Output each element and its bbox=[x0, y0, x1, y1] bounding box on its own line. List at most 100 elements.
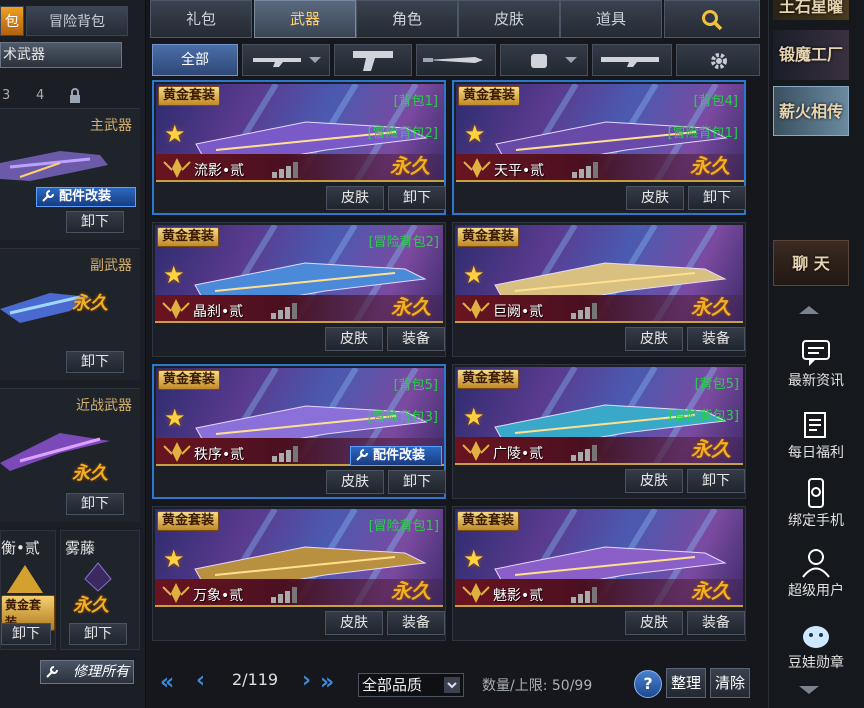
fitting-mod-badge[interactable]: 配件改装 bbox=[36, 187, 136, 207]
organize-button[interactable]: 整理 bbox=[666, 668, 706, 698]
skin-button[interactable]: 皮肤 bbox=[626, 186, 684, 210]
bag-number-4[interactable]: 4 bbox=[36, 86, 44, 106]
help-button[interactable]: ? bbox=[634, 670, 662, 698]
tab-adventure-bag[interactable]: 冒险背包 bbox=[26, 6, 128, 36]
weapon-card[interactable]: 黄金套装 ★ 魅影•贰 永久 皮肤 装备 bbox=[452, 506, 746, 641]
bag-assignment-tag: [背包1] bbox=[393, 94, 438, 109]
secondary-weapon-slot[interactable]: 副武器 永久 卸下 bbox=[0, 248, 140, 380]
scroll-up-icon[interactable] bbox=[799, 306, 819, 314]
skin-button[interactable]: 皮肤 bbox=[326, 186, 384, 210]
signal-bars-icon bbox=[571, 445, 597, 461]
filter-all[interactable]: 全部 bbox=[152, 44, 238, 76]
weapon-card[interactable]: 黄金套装 [冒险背包1] ★ 万象•贰 永久 皮肤 装备 bbox=[152, 506, 446, 641]
phone-icon bbox=[808, 478, 824, 508]
banner-event-3[interactable]: 薪火相传 bbox=[773, 86, 849, 136]
skin-button[interactable]: 皮肤 bbox=[625, 327, 683, 351]
skin-button[interactable]: 皮肤 bbox=[325, 611, 383, 635]
weapon-card[interactable]: 黄金套装 [冒险背包2] ★ 晶刹•贰 永久 皮肤 装备 bbox=[152, 222, 446, 357]
news-label: 最新资讯 bbox=[788, 373, 844, 389]
banner-event-1[interactable]: 土石星曜 bbox=[773, 0, 849, 20]
equip-button[interactable]: 装备 bbox=[687, 327, 745, 351]
tab-items[interactable]: 道具 bbox=[560, 0, 662, 38]
weapon-set-selector[interactable]: 术武器 bbox=[0, 42, 122, 68]
news-button[interactable]: 最新资讯 bbox=[773, 338, 859, 390]
filter-special[interactable] bbox=[592, 44, 672, 76]
star-icon: ★ bbox=[464, 120, 486, 148]
filter-pistol[interactable] bbox=[334, 44, 412, 76]
banner-event-2[interactable]: 锻魔工厂 bbox=[773, 30, 849, 80]
bind-phone-label: 绑定手机 bbox=[788, 513, 844, 529]
medal-button[interactable]: 豆娃勋章 bbox=[773, 620, 859, 672]
primary-weapon-image bbox=[0, 151, 108, 181]
first-page-button[interactable]: « bbox=[160, 670, 174, 695]
weapon-card[interactable]: 黄金套装 [背包5] [冒险背包3] ★ 广陵•贰 永久 皮肤 卸下 bbox=[452, 364, 746, 499]
grenade-unload-button[interactable]: 卸下 bbox=[1, 623, 51, 645]
melee-weapon-slot[interactable]: 近战武器 永久 卸下 bbox=[0, 388, 140, 522]
tab-characters[interactable]: 角色 bbox=[356, 0, 458, 38]
last-page-button[interactable]: » bbox=[320, 670, 334, 695]
tab-gift-pack[interactable]: 礼包 bbox=[150, 0, 252, 38]
search-icon bbox=[702, 10, 723, 31]
tab-skins[interactable]: 皮肤 bbox=[458, 0, 560, 38]
rank-emblem-icon bbox=[162, 299, 190, 319]
skin-button[interactable]: 皮肤 bbox=[326, 470, 384, 494]
daily-welfare-button[interactable]: 每日福利 bbox=[773, 410, 859, 462]
primary-weapon-slot[interactable]: 主武器 配件改装 卸下 bbox=[0, 108, 140, 240]
bag-assignment-tag: [冒险背包2] bbox=[368, 235, 439, 250]
clear-button[interactable]: 清除 bbox=[710, 668, 750, 698]
grenade-slot-name: 衡•贰 bbox=[1, 539, 40, 557]
unload-button[interactable]: 卸下 bbox=[688, 186, 746, 210]
filter-melee[interactable] bbox=[416, 44, 496, 76]
skin-button[interactable]: 皮肤 bbox=[325, 327, 383, 351]
settings-button[interactable] bbox=[676, 44, 760, 76]
super-user-label: 超级用户 bbox=[788, 583, 844, 599]
unload-button[interactable]: 卸下 bbox=[687, 469, 745, 493]
skin-button[interactable]: 皮肤 bbox=[625, 611, 683, 635]
permanent-label: 永久 bbox=[390, 154, 430, 178]
medal-label: 豆娃勋章 bbox=[788, 655, 844, 671]
special-slot[interactable]: 雾藤 永久 卸下 bbox=[60, 530, 140, 650]
unload-button[interactable]: 卸下 bbox=[388, 186, 446, 210]
next-page-button[interactable]: › bbox=[302, 668, 311, 693]
tab-weapons[interactable]: 武器 bbox=[254, 0, 356, 38]
equip-button[interactable]: 装备 bbox=[687, 611, 745, 635]
equip-button[interactable]: 装备 bbox=[387, 611, 445, 635]
equip-button[interactable]: 装备 bbox=[387, 327, 445, 351]
signal-bars-icon bbox=[272, 162, 298, 178]
weapon-card[interactable]: 黄金套装 [背包1] [冒险背包2] ★ 流影•贰 永久 皮肤 卸下 bbox=[152, 80, 446, 215]
weapon-card[interactable]: 黄金套装 ★ 巨阙•贰 永久 皮肤 装备 bbox=[452, 222, 746, 357]
secondary-unload-button[interactable]: 卸下 bbox=[66, 351, 124, 373]
bag-assignment-tag: [冒险背包1] bbox=[667, 126, 738, 141]
permanent-label: 永久 bbox=[691, 579, 731, 603]
scroll-down-icon[interactable] bbox=[799, 686, 819, 694]
weapon-card[interactable]: 黄金套装 [背包4] [冒险背包1] ★ 天平•贰 永久 皮肤 卸下 bbox=[452, 80, 746, 215]
rifle-icon bbox=[253, 57, 321, 67]
fitting-mod-badge[interactable]: 配件改装 bbox=[350, 446, 442, 466]
bag-number-3[interactable]: 3 bbox=[2, 86, 10, 106]
grenade-slot[interactable]: 衡•贰 黄金套装 卸下 bbox=[0, 530, 56, 650]
signal-bars-icon bbox=[571, 587, 597, 603]
filter-throwable[interactable] bbox=[500, 44, 588, 76]
gear-icon bbox=[711, 53, 727, 69]
tab-bag[interactable]: 包 bbox=[0, 6, 24, 36]
search-button[interactable] bbox=[664, 0, 760, 38]
prev-page-button[interactable]: ‹ bbox=[196, 668, 205, 693]
skin-button[interactable]: 皮肤 bbox=[625, 469, 683, 493]
bind-phone-button[interactable]: 绑定手机 bbox=[773, 478, 859, 530]
primary-unload-button[interactable]: 卸下 bbox=[66, 211, 124, 233]
melee-unload-button[interactable]: 卸下 bbox=[66, 493, 124, 515]
rank-emblem-icon bbox=[462, 583, 490, 603]
filter-rifle[interactable] bbox=[242, 44, 330, 76]
repair-all-button[interactable]: 修理所有 bbox=[40, 660, 134, 684]
weapon-card[interactable]: 黄金套装 [背包5] [冒险背包3] ★ 秩序•贰 配件改装 皮肤 卸下 bbox=[152, 364, 446, 499]
weapon-name: 天平•贰 bbox=[494, 163, 545, 179]
special-unload-button[interactable]: 卸下 bbox=[69, 623, 127, 645]
grenade-image bbox=[7, 565, 43, 593]
permanent-label: 永久 bbox=[391, 579, 431, 603]
super-user-button[interactable]: 超级用户 bbox=[773, 548, 859, 600]
quality-filter-select[interactable]: 全部品质 bbox=[358, 673, 464, 697]
unload-button[interactable]: 卸下 bbox=[388, 470, 446, 494]
gold-set-badge: 黄金套装 bbox=[457, 511, 520, 531]
chat-button[interactable]: 聊 天 bbox=[773, 240, 849, 286]
rank-emblem-icon bbox=[463, 158, 491, 178]
